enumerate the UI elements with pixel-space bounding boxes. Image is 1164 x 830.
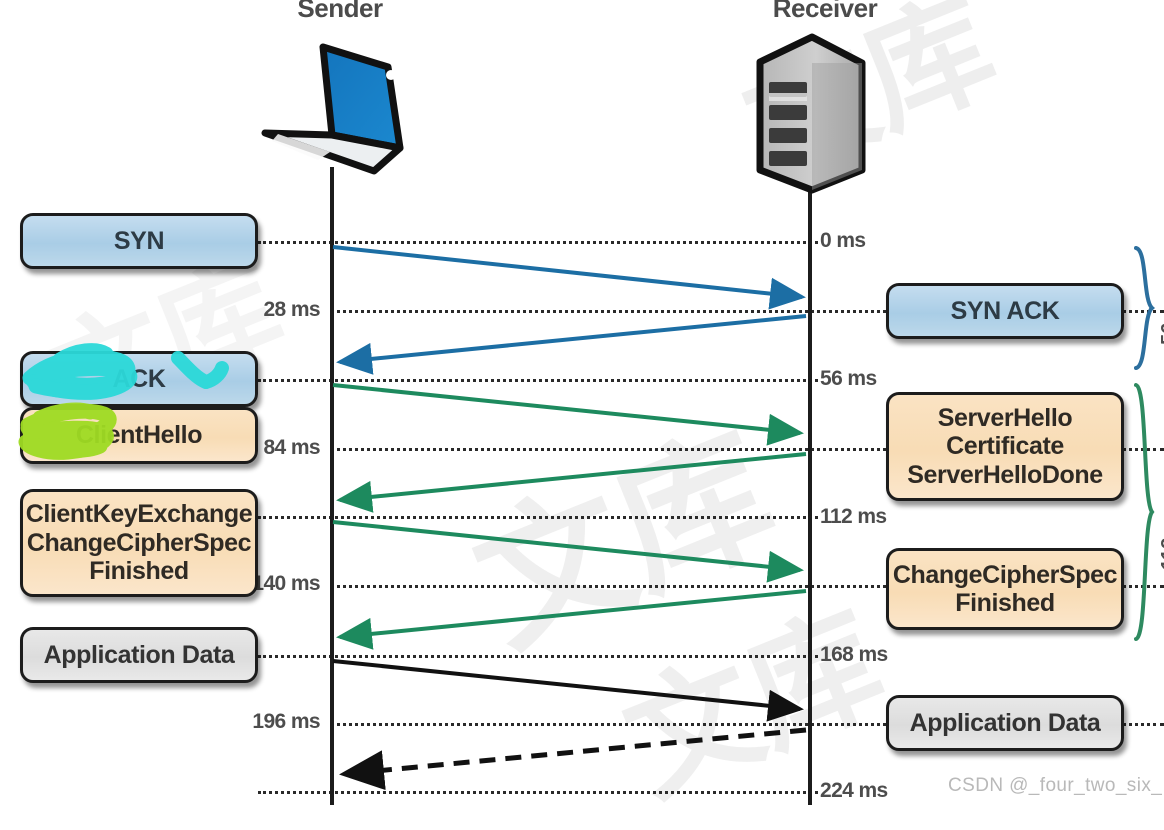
receiver-title: Receiver (772, 0, 878, 23)
message-box-application-data-sender[interactable]: Application Data (20, 627, 258, 683)
syn-ack-arrow (336, 314, 807, 375)
message-box-application-data-receiver[interactable]: Application Data (886, 695, 1124, 751)
tick-112ms: 112 ms (820, 505, 887, 528)
message-line: ACK (112, 364, 166, 393)
message-line: SYN ACK (950, 296, 1060, 325)
laptop-icon (261, 43, 404, 175)
app-data-request-arrow (332, 659, 804, 722)
message-line: ClientHello (75, 421, 203, 450)
tls-brace (1134, 383, 1155, 641)
message-line: ChangeCipherSpec (892, 560, 1118, 589)
message-box-client-hello[interactable]: ClientHello (20, 407, 258, 464)
message-box-server-hello[interactable]: ServerHello Certificate ServerHelloDone (886, 392, 1124, 501)
app-data-response-arrow (339, 727, 807, 791)
sender-lifeline (330, 167, 334, 805)
change-cipher-arrow (336, 589, 807, 650)
tick-224ms: 224 ms (820, 779, 888, 802)
tcp-brace (1134, 246, 1155, 370)
message-line: Application Data (43, 640, 235, 669)
message-line: ServerHelloDone (907, 460, 1103, 489)
guide-0ms (258, 241, 818, 244)
client-key-exchange-arrow (332, 520, 804, 583)
message-box-syn-ack[interactable]: SYN ACK (886, 283, 1124, 339)
syn-arrow (332, 245, 806, 310)
watermark-1: 文库 (725, 0, 1015, 203)
tick-168ms: 168 ms (820, 643, 888, 666)
client-hello-arrow (332, 383, 804, 446)
message-line: ChangeCipherSpec (26, 528, 252, 557)
message-box-ack[interactable]: ACK (20, 351, 258, 407)
message-box-client-key-exchange[interactable]: ClientKeyExchange ChangeCipherSpec Finis… (20, 489, 258, 597)
tick-196ms: 196 ms (252, 710, 320, 733)
tls-brace-label: 112 ms (1158, 503, 1164, 570)
csdn-credit: CSDN @_four_two_six_ (948, 775, 1163, 796)
tcp-brace-label: 56 ms (1158, 288, 1164, 345)
message-line: ClientKeyExchange (25, 500, 253, 529)
receiver-lifeline (808, 186, 812, 805)
tick-0ms: 0 ms (820, 229, 866, 252)
guide-56ms (258, 379, 818, 382)
message-line: Certificate (946, 432, 1064, 461)
tick-56ms: 56 ms (820, 367, 877, 390)
tls-handshake-diagram: 文库 文库 文库 文库 Sender Receiver 28 ms 84 ms … (0, 0, 1164, 823)
tick-28ms: 28 ms (263, 298, 320, 321)
guide-112ms (258, 516, 818, 519)
message-box-syn[interactable]: SYN (20, 213, 258, 269)
guide-168ms (258, 655, 818, 658)
watermark-2: 文库 (453, 404, 797, 678)
server-icon (756, 33, 866, 194)
message-line: Application Data (909, 708, 1101, 737)
message-line: Finished (89, 557, 189, 586)
message-line: SYN (113, 226, 165, 255)
server-hello-arrow (336, 452, 807, 513)
message-line: Finished (955, 589, 1055, 617)
guide-224ms (258, 791, 818, 794)
sender-title: Sender (297, 0, 383, 23)
message-line: ServerHello (937, 403, 1073, 432)
message-box-change-cipher-spec[interactable]: ChangeCipherSpec Finished (886, 548, 1124, 630)
